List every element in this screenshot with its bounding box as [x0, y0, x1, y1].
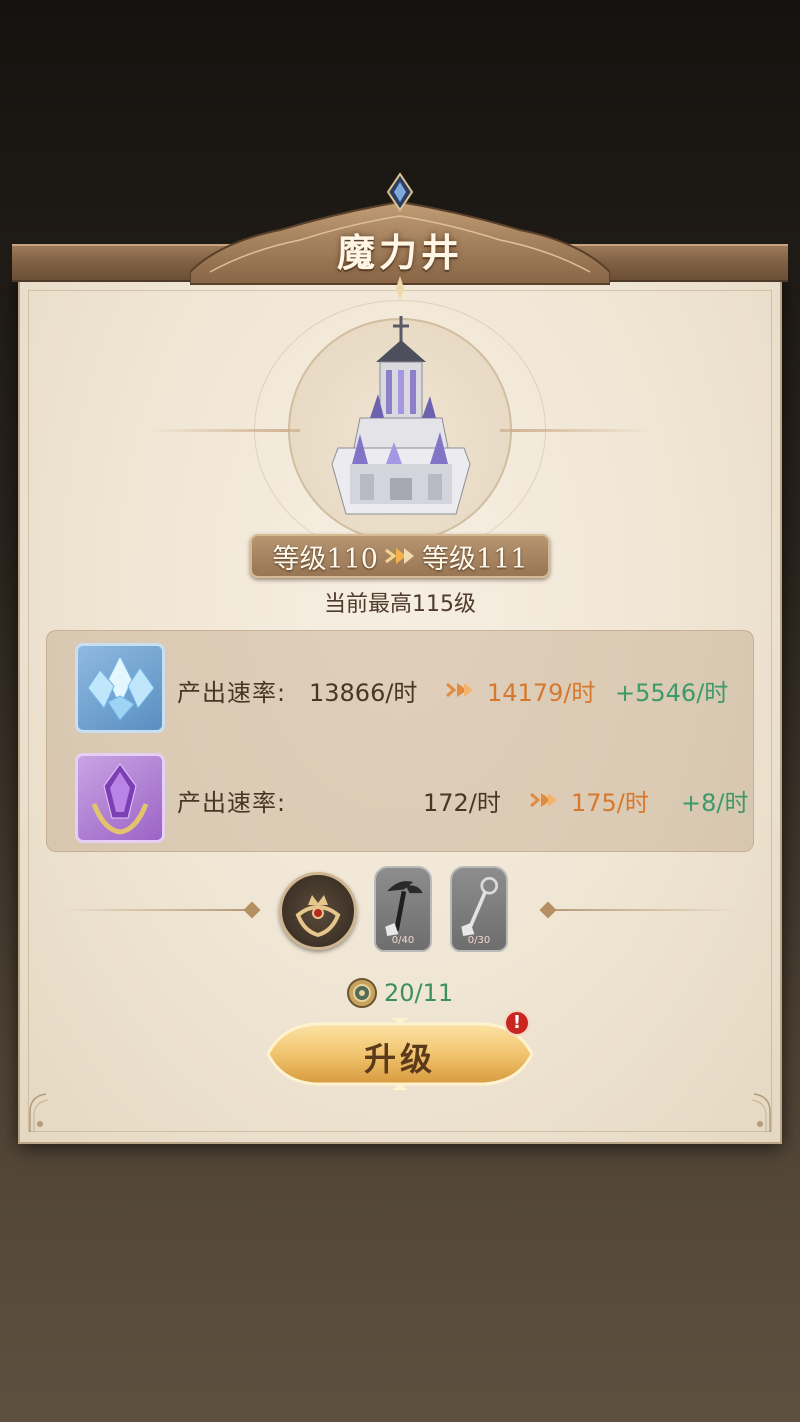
upgrade-button[interactable]: 升级: [262, 1016, 538, 1092]
double-arrow-icon: [530, 792, 557, 808]
upgrade-cost: 20/11: [344, 976, 453, 1010]
cost-value: 20/11: [384, 979, 454, 1007]
requirement-item[interactable]: 0/30: [450, 866, 508, 952]
upgrade-label: 升级: [363, 1040, 436, 1078]
rate-row: 产出速率: 172/时 175/时 +8/时: [47, 751, 755, 847]
double-arrow-icon: [446, 682, 473, 698]
dialog-title: 魔力井: [336, 230, 463, 275]
rate-current: 172/时: [423, 789, 501, 817]
requirement-count: 0/40: [391, 935, 415, 946]
max-level-text: 当前最高115级: [324, 592, 476, 617]
gear-coin-icon: [347, 978, 377, 1008]
rate-label: 产出速率:: [177, 789, 287, 817]
corner-ornament-icon: [751, 1093, 771, 1132]
level-next: 等级111: [422, 543, 528, 575]
mana-well-building-icon: [331, 316, 471, 515]
crown-emblem-icon[interactable]: [279, 872, 357, 950]
requirement-item[interactable]: 0/40: [374, 866, 432, 952]
decor-line: [550, 909, 740, 911]
double-arrow-icon: [385, 548, 414, 564]
rate-bonus: +5546/时: [615, 679, 729, 707]
blue-crystal-icon: [75, 643, 165, 733]
rate-row: 产出速率: 13866/时 14179/时 +5546/时: [47, 641, 755, 737]
level-plaque: 等级110 等级111: [250, 534, 550, 578]
rate-current: 13866/时: [309, 679, 418, 707]
rate-bonus: +8/时: [681, 789, 749, 817]
rate-label: 产出速率:: [177, 679, 287, 707]
level-current: 等级110: [272, 543, 378, 575]
corner-ornament-icon: [29, 1093, 49, 1132]
decor-line: [60, 909, 250, 911]
alert-badge: !: [504, 1010, 530, 1036]
rate-next: 175/时: [571, 789, 649, 817]
production-rates: 产出速率: 13866/时 14179/时 +5546/时 产出速率: 172/…: [46, 630, 754, 852]
rate-next: 14179/时: [487, 679, 596, 707]
requirement-count: 0/30: [467, 935, 491, 946]
purple-crystal-icon: [75, 753, 165, 843]
